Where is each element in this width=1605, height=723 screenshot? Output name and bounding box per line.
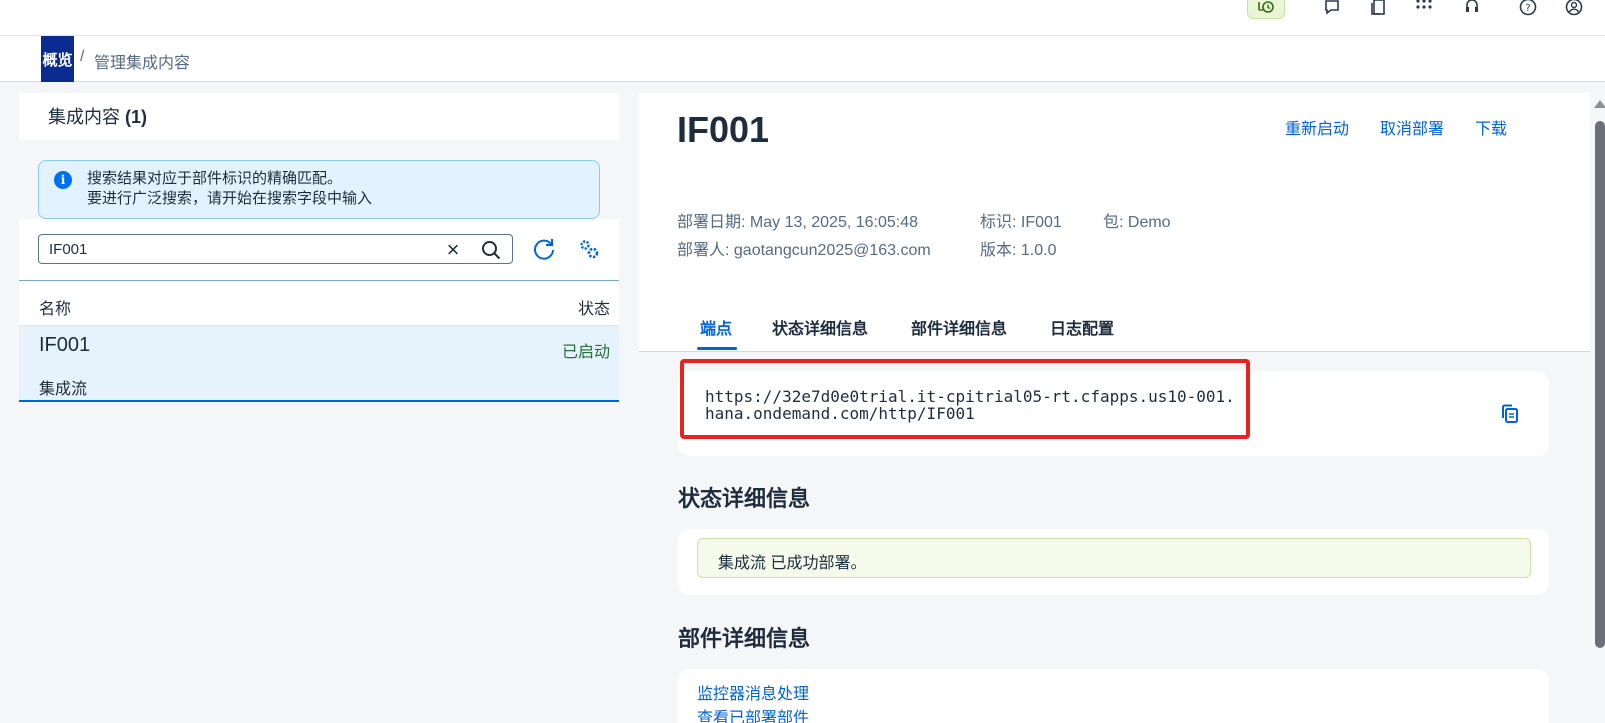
search-icon[interactable] [481,240,501,260]
content-list-count: (1) [125,107,148,127]
detail-header: IF001 重新启动 取消部署 下载 部署日期: May 13, 2025, 1… [639,93,1590,352]
info-message-text: 搜索结果对应于部件标识的精确匹配。 要进行广泛搜索，请开始在搜索字段中输入 [87,169,372,209]
meta-version: 版本: 1.0.0 [980,242,1057,259]
view-deployed-artifacts-link[interactable]: 查看已部署部件 [697,704,809,723]
timer-icon[interactable] [1247,0,1285,19]
settings-icon[interactable] [576,236,602,262]
breadcrumb-separator: / [80,48,85,65]
column-name: 名称 [39,301,72,318]
detail-title: IF001 [677,109,770,150]
refresh-icon[interactable] [531,236,557,262]
app-grid-icon[interactable] [1411,0,1437,20]
feedback-icon[interactable] [1319,0,1345,20]
meta-package: 包: Demo [1103,214,1171,231]
selected-tab-indicator [697,347,737,350]
user-icon[interactable] [1561,0,1587,20]
breadcrumb-home-link[interactable]: 概览 [41,36,74,82]
info-message-strip: i 搜索结果对应于部件标识的精确匹配。 要进行广泛搜索，请开始在搜索字段中输入 [38,160,600,219]
status-section-title: 状态详细信息 [678,486,811,511]
search-input[interactable] [49,239,429,259]
meta-id: 标识: IF001 [980,214,1062,231]
artifact-card: 监控器消息处理 查看已部署部件 [678,669,1549,723]
row-artifact-name: IF001 [39,334,91,356]
scroll-up-arrow-icon[interactable] [1594,100,1605,108]
scrollbar-thumb[interactable] [1595,121,1605,648]
meta-deployed-by: 部署人: gaotangcun2025@163.com [677,242,931,259]
info-icon: i [54,171,72,189]
row-artifact-type: 集成流 [39,381,88,398]
download-button[interactable]: 下载 [1475,115,1507,139]
table-header: 名称 状态 [19,281,619,326]
content-list-title-text: 集成内容 [48,107,120,127]
copy-icon[interactable] [1500,403,1520,425]
tab-log-configuration[interactable]: 日志配置 [1050,315,1114,339]
meta-deployed-on: 部署日期: May 13, 2025, 16:05:48 [677,214,919,231]
help-icon[interactable]: ? [1515,0,1541,20]
status-card: 集成流 已成功部署。 [678,529,1549,595]
clear-icon[interactable]: × [441,237,465,263]
tab-endpoints[interactable]: 端点 [700,315,732,339]
tab-status-details[interactable]: 状态详细信息 [772,315,868,339]
content-list-header: 集成内容 (1) [19,93,619,140]
info-line-2: 要进行广泛搜索，请开始在搜索字段中输入 [87,190,373,207]
success-message-strip: 集成流 已成功部署。 [697,538,1531,578]
info-line-1: 搜索结果对应于部件标识的精确匹配。 [87,170,343,187]
documents-icon[interactable] [1365,0,1391,20]
restart-button[interactable]: 重新启动 [1285,115,1349,139]
support-icon[interactable] [1459,0,1485,20]
column-status: 状态 [577,301,610,318]
monitor-message-processing-link[interactable]: 监控器消息处理 [697,680,809,704]
search-toolbar: × [19,219,619,281]
artifact-section-title: 部件详细信息 [678,626,811,651]
success-message: 集成流 已成功部署。 [718,555,867,572]
table-row[interactable]: IF001 集成流 已启动 [19,326,619,402]
search-field[interactable]: × [38,234,513,264]
breadcrumb: 概览 / 管理集成内容 [0,36,1605,82]
shell-bar: ? [0,0,1605,36]
row-status: 已启动 [561,344,610,361]
tab-artifact-details[interactable]: 部件详细信息 [911,315,1007,339]
content-list-title: 集成内容 (1) [48,103,147,129]
undeploy-button[interactable]: 取消部署 [1380,115,1444,139]
red-highlight-box [680,359,1250,439]
svg-text:?: ? [1525,3,1530,14]
breadcrumb-current: 管理集成内容 [94,55,191,72]
